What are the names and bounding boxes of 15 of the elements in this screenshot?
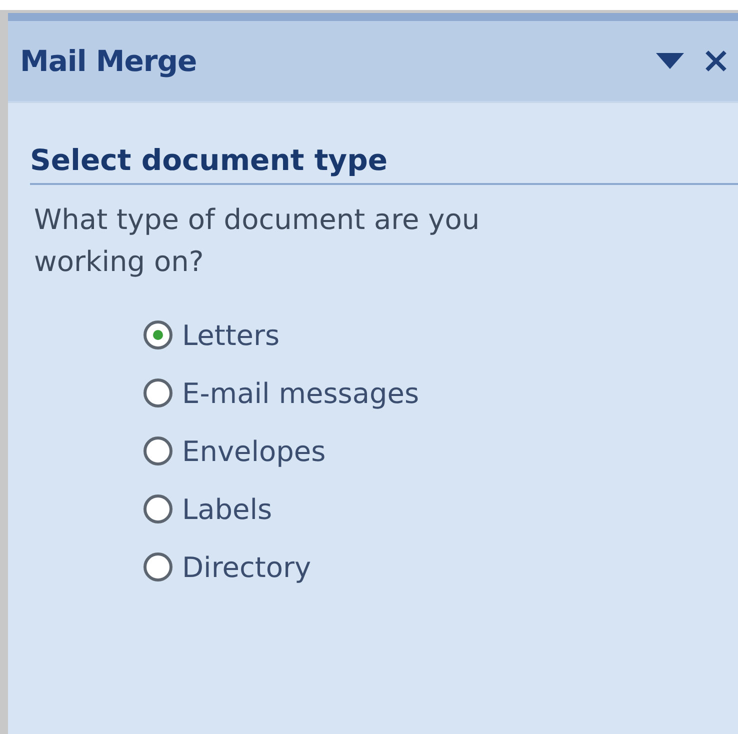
dropdown-icon[interactable] [656, 53, 684, 69]
radio-icon[interactable] [142, 551, 174, 583]
radio-option[interactable]: Directory [142, 545, 738, 589]
pane-title: Mail Merge [20, 44, 198, 78]
section-heading: Select document type [30, 143, 738, 185]
radio-icon[interactable] [142, 319, 174, 351]
question-text: What type of document are you working on? [34, 202, 481, 280]
radio-icon[interactable] [142, 493, 174, 525]
radio-option[interactable]: Letters [142, 313, 738, 357]
radio-icon[interactable] [142, 377, 174, 409]
radio-icon[interactable] [142, 435, 174, 467]
radio-option[interactable]: E-mail messages [142, 371, 738, 415]
radio-option[interactable]: Labels [142, 487, 738, 531]
close-icon[interactable] [704, 49, 728, 73]
radio-option[interactable]: Envelopes [142, 429, 738, 473]
